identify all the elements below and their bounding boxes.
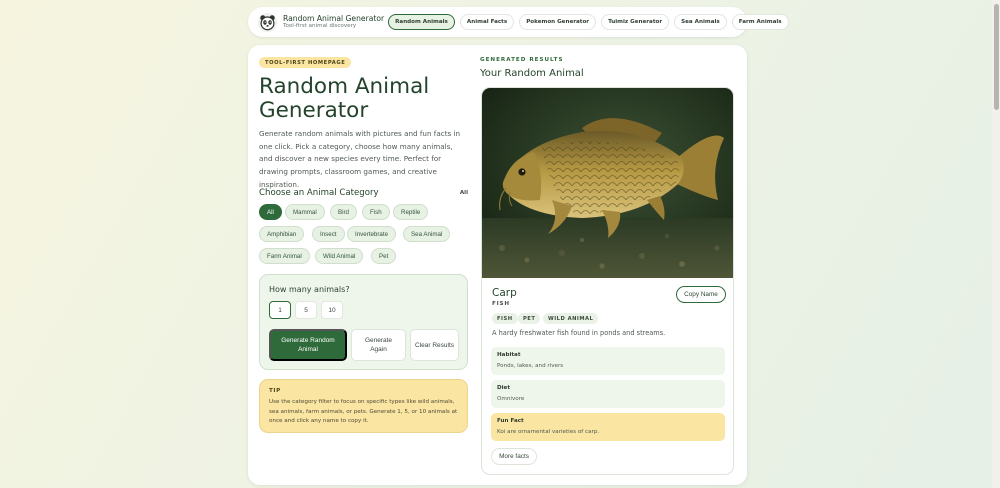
nav-random-animals[interactable]: Random Animals — [388, 14, 455, 30]
diet-box: Diet Omnivore — [491, 380, 725, 408]
results-eyebrow: GENERATED RESULTS — [480, 57, 564, 63]
tip-box: TIP Use the category filter to focus on … — [259, 379, 468, 433]
chip-bird[interactable]: Bird — [330, 204, 358, 220]
chip-fish[interactable]: Fish — [362, 204, 390, 220]
hero-badge: TOOL-FIRST HOMEPAGE — [259, 57, 352, 68]
page-scrollbar[interactable] — [992, 0, 1000, 488]
results-title: Your Random Animal — [480, 68, 584, 79]
count-option-1[interactable]: 1 — [269, 301, 291, 319]
chip-mammal[interactable]: Mammal — [285, 204, 325, 220]
more-facts-button[interactable]: More facts — [491, 448, 537, 465]
nav-pokemon-generator[interactable]: Pokemon Generator — [519, 14, 597, 30]
tip-title: TIP — [269, 388, 281, 394]
habitat-value: Ponds, lakes, and rivers — [497, 363, 564, 369]
fun-fact-label: Fun Fact — [497, 418, 524, 424]
chip-reptile[interactable]: Reptile — [393, 204, 429, 220]
diet-value: Omnivore — [497, 396, 525, 402]
clear-results-button[interactable]: Clear Results — [410, 329, 459, 361]
category-heading: Choose an Animal Category — [259, 188, 379, 198]
tag-pet: PET — [518, 313, 541, 324]
chip-invertebrate[interactable]: Invertebrate — [347, 226, 397, 242]
brand-title: Random Animal Generator — [283, 13, 385, 23]
tag-fish: FISH — [492, 313, 518, 324]
page-title: Random Animal Generator — [259, 74, 430, 123]
generate-again-button[interactable]: Generate Again — [351, 329, 406, 361]
chip-wild-animal[interactable]: Wild Animal — [315, 248, 364, 264]
count-option-5[interactable]: 5 — [295, 301, 317, 319]
brand[interactable]: Random Animal Generator Tool-first anima… — [258, 12, 385, 32]
scrollbar-thumb[interactable] — [994, 4, 999, 110]
count-panel: How many animals? 1 5 10 Generate Random… — [259, 274, 468, 370]
top-navigation: Random Animal Generator Tool-first anima… — [248, 7, 789, 37]
tip-text: Use the category filter to focus on spec… — [269, 399, 458, 425]
habitat-label: Habitat — [497, 352, 521, 358]
panda-logo-icon — [258, 12, 277, 32]
nav-tuimiz-generator[interactable]: Tuimiz Generator — [601, 14, 670, 30]
chip-pet[interactable]: Pet — [371, 248, 397, 264]
fun-fact-value: Koi are ornamental varieties of carp. — [497, 429, 600, 435]
nav-sea-animals[interactable]: Sea Animals — [674, 14, 727, 30]
nav-farm-animals[interactable]: Farm Animals — [731, 14, 789, 30]
category-header: Choose an Animal Category All — [259, 188, 468, 198]
count-label: How many animals? — [269, 285, 350, 294]
animal-class: FISH — [492, 301, 510, 307]
diet-label: Diet — [497, 385, 511, 391]
animal-name[interactable]: Carp — [492, 287, 517, 299]
chip-all[interactable]: All — [259, 204, 282, 220]
animal-description: A hardy freshwater fish found in ponds a… — [492, 329, 666, 337]
fun-fact-box: Fun Fact Koi are ornamental varieties of… — [491, 413, 725, 441]
animal-card: Carp FISH Copy Name FISH PET WILD ANIMAL… — [481, 87, 734, 475]
copy-name-button[interactable]: Copy Name — [676, 286, 726, 303]
nav-animal-facts[interactable]: Animal Facts — [459, 14, 515, 30]
main-card: TOOL-FIRST HOMEPAGE Random Animal Genera… — [248, 45, 747, 485]
chip-sea-animal[interactable]: Sea Animal — [403, 226, 451, 242]
chip-farm-animal[interactable]: Farm Animal — [259, 248, 310, 264]
category-current: All — [459, 190, 468, 196]
intro-text: Generate random animals with pictures an… — [259, 129, 461, 189]
animal-photo — [482, 88, 733, 278]
tag-wild-animal: WILD ANIMAL — [543, 313, 599, 324]
generate-button[interactable]: Generate Random Animal — [269, 329, 347, 361]
count-option-10[interactable]: 10 — [321, 301, 343, 319]
nav-links: Random Animals Animal Facts Pokemon Gene… — [388, 14, 789, 30]
chip-amphibian[interactable]: Amphibian — [259, 226, 305, 242]
habitat-box: Habitat Ponds, lakes, and rivers — [491, 347, 725, 375]
chip-insect[interactable]: Insect — [312, 226, 345, 242]
brand-subtitle: Tool-first animal discovery — [283, 22, 357, 29]
